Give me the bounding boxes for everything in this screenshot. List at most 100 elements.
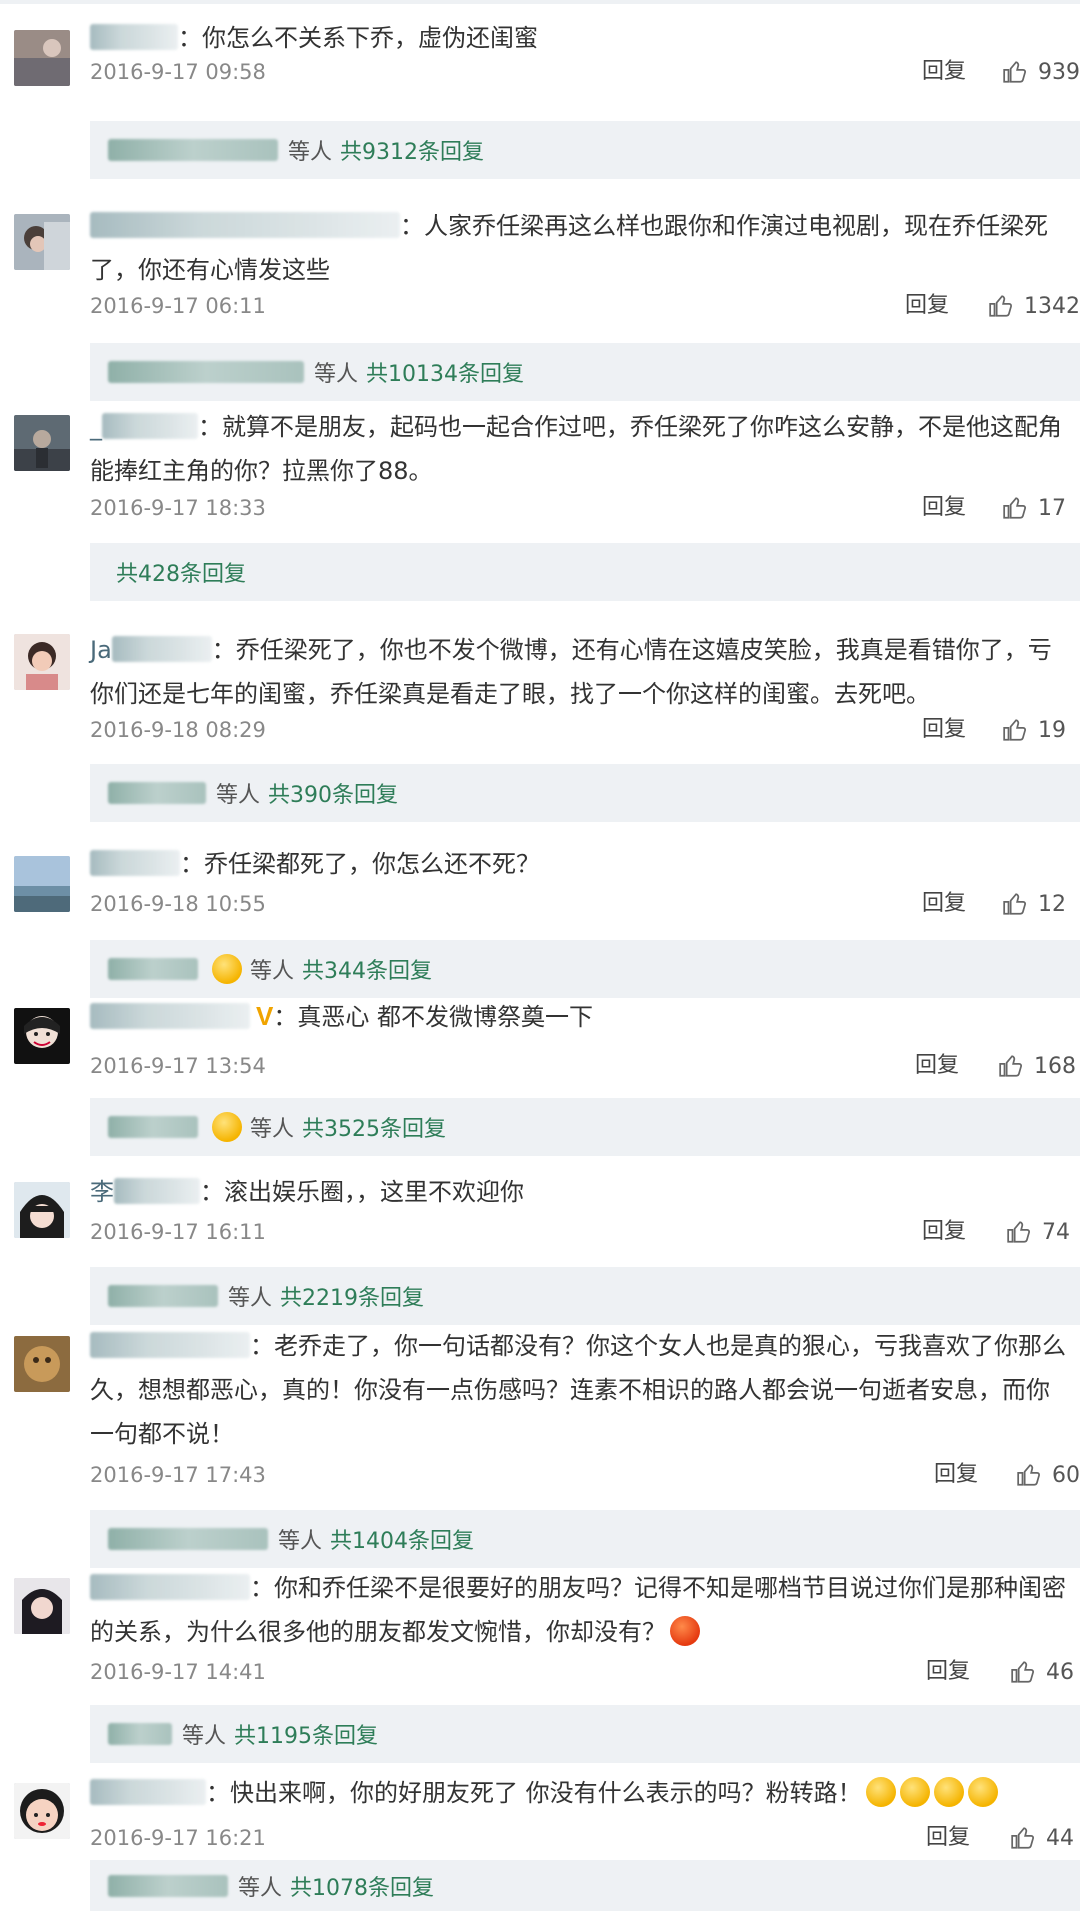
username[interactable] (90, 1779, 206, 1805)
thumbs-up-icon (1003, 719, 1026, 741)
comment-date: 2016-9-17 06:11 (90, 294, 266, 318)
sad-emoji-icon (933, 1777, 964, 1807)
avatar[interactable] (14, 415, 70, 471)
thumbs-up-icon (1017, 1464, 1040, 1486)
username-prefix[interactable]: 李 (90, 1178, 114, 1206)
reply-button[interactable]: 回复 (934, 1461, 978, 1489)
username[interactable] (90, 24, 178, 50)
like-button[interactable]: 12 (1002, 889, 1066, 919)
avatar[interactable] (14, 1783, 70, 1839)
replies-count[interactable]: 共10134条回复 (366, 356, 524, 388)
replies-prefix: 等人 (238, 1875, 283, 1901)
replies-bar[interactable]: 共428条回复 (90, 543, 1080, 601)
replies-count[interactable]: 共1195条回复 (234, 1718, 378, 1750)
comment-date: 2016-9-17 16:11 (90, 1220, 266, 1244)
username[interactable] (90, 850, 180, 876)
like-count: 1342 (1024, 293, 1080, 319)
replies-bar[interactable]: 等人 共2219条回复 (90, 1267, 1080, 1325)
replies-prefix: 等人 (250, 1117, 295, 1142)
replies-bar[interactable]: 等人 共1404条回复 (90, 1510, 1080, 1568)
comment-date: 2016-9-18 10:55 (90, 892, 266, 916)
username[interactable] (111, 636, 212, 662)
avatar[interactable] (14, 634, 70, 690)
verified-v-icon: V (256, 1001, 274, 1031)
avatar[interactable] (14, 1182, 70, 1238)
comment-text: Ja ：乔任梁死了，你也不发个微博，还有心情在这嬉皮笑脸，我真是看错你了，亏你们还… (90, 628, 1070, 716)
comment-text: ：老乔走了，你一句话都没有？你这个女人也是真的狠心，亏我喜欢了你那么久，想想都恶… (90, 1324, 1070, 1456)
replies-bar[interactable]: 等人 共3525条回复 (90, 1098, 1080, 1156)
avatar[interactable] (14, 1336, 70, 1392)
like-count: 168 (1034, 1053, 1076, 1079)
like-count: 46 (1046, 1659, 1074, 1685)
reply-usernames (108, 1874, 228, 1897)
replies-bar[interactable]: 等人 共10134条回复 (90, 343, 1080, 401)
replies-count[interactable]: 共9312条回复 (340, 134, 484, 166)
like-count: 12 (1038, 891, 1066, 917)
replies-count[interactable]: 共428条回复 (116, 556, 246, 588)
replies-count[interactable]: 共344条回复 (302, 953, 432, 985)
thumbs-up-icon (1003, 893, 1026, 915)
username-prefix[interactable]: Ja (90, 636, 112, 664)
replies-prefix: 等人 (250, 959, 295, 984)
like-button[interactable]: 1342 (988, 291, 1080, 321)
username[interactable] (114, 1178, 200, 1204)
replies-bar[interactable]: 等人 共9312条回复 (90, 121, 1080, 179)
like-count: 60 (1052, 1462, 1080, 1488)
comment-text: ：乔任梁都死了，你怎么还不死？ (90, 842, 1070, 886)
reply-button[interactable]: 回复 (926, 1658, 970, 1686)
like-button[interactable]: 44 (1010, 1823, 1074, 1853)
comment-body: ：快出来啊，你的好朋友死了 你没有什么表示的吗？粉转路！ (206, 1779, 862, 1807)
username[interactable] (90, 1003, 250, 1029)
replies-bar[interactable]: 等人 共1195条回复 (90, 1705, 1080, 1763)
reply-button[interactable]: 回复 (905, 292, 949, 320)
reply-button[interactable]: 回复 (922, 716, 966, 744)
comment-body: ：乔任梁都死了，你怎么还不死？ (180, 850, 540, 878)
reply-button[interactable]: 回复 (926, 1824, 970, 1852)
comment-text: _ ：就算不是朋友，起码也一起合作过吧，乔任梁死了你咋这么安静，不是他这配角能捧红… (90, 405, 1070, 493)
reply-button[interactable]: 回复 (922, 58, 966, 86)
replies-bar[interactable]: 等人 共1078条回复 (90, 1860, 1080, 1911)
thumbs-up-icon (1003, 497, 1026, 519)
reply-button[interactable]: 回复 (922, 1218, 966, 1246)
like-button[interactable]: 74 (1006, 1217, 1070, 1247)
reply-usernames (108, 1723, 172, 1745)
top-divider (0, 0, 1080, 4)
like-button[interactable]: 46 (1010, 1657, 1074, 1687)
like-button[interactable]: 168 (998, 1051, 1076, 1081)
replies-count[interactable]: 共390条回复 (268, 777, 398, 809)
replies-bar[interactable]: 等人 共344条回复 (90, 940, 1080, 998)
reply-button[interactable]: 回复 (922, 890, 966, 918)
reply-usernames (108, 139, 278, 161)
avatar[interactable] (14, 1008, 70, 1064)
thumbs-up-icon (989, 295, 1012, 317)
replies-prefix: 等人 (182, 1724, 227, 1749)
reply-button[interactable]: 回复 (922, 494, 966, 522)
replies-count[interactable]: 共1078条回复 (290, 1870, 434, 1902)
like-button[interactable]: 19 (1002, 715, 1066, 745)
comment-text: 李 ：滚出娱乐圈，，这里不欢迎你 (90, 1170, 1070, 1214)
avatar[interactable] (14, 1578, 70, 1634)
reply-button[interactable]: 回复 (915, 1052, 959, 1080)
avatar[interactable] (14, 214, 70, 270)
username[interactable] (90, 1574, 250, 1600)
replies-count[interactable]: 共3525条回复 (302, 1111, 446, 1143)
comment-body: ：真恶心 都不发微博祭奠一下 (273, 1003, 593, 1031)
avatar[interactable] (14, 30, 70, 86)
replies-count[interactable]: 共2219条回复 (280, 1280, 424, 1312)
thumbs-up-icon (1003, 61, 1026, 83)
username[interactable] (90, 1332, 250, 1358)
username-prefix[interactable]: _ (90, 413, 102, 441)
replies-count[interactable]: 共1404条回复 (330, 1523, 474, 1555)
username[interactable] (90, 212, 400, 238)
like-count: 939 (1038, 59, 1080, 85)
thumbs-up-icon (1007, 1221, 1030, 1243)
comment-date: 2016-9-17 16:21 (90, 1826, 266, 1850)
avatar[interactable] (14, 856, 70, 912)
replies-bar[interactable]: 等人 共390条回复 (90, 764, 1080, 822)
like-button[interactable]: 939 (1002, 57, 1080, 87)
like-button[interactable]: 60 (1016, 1460, 1080, 1490)
username[interactable] (102, 413, 198, 439)
like-count: 19 (1038, 717, 1066, 743)
like-button[interactable]: 17 (1002, 493, 1066, 523)
reply-usernames (108, 361, 304, 383)
